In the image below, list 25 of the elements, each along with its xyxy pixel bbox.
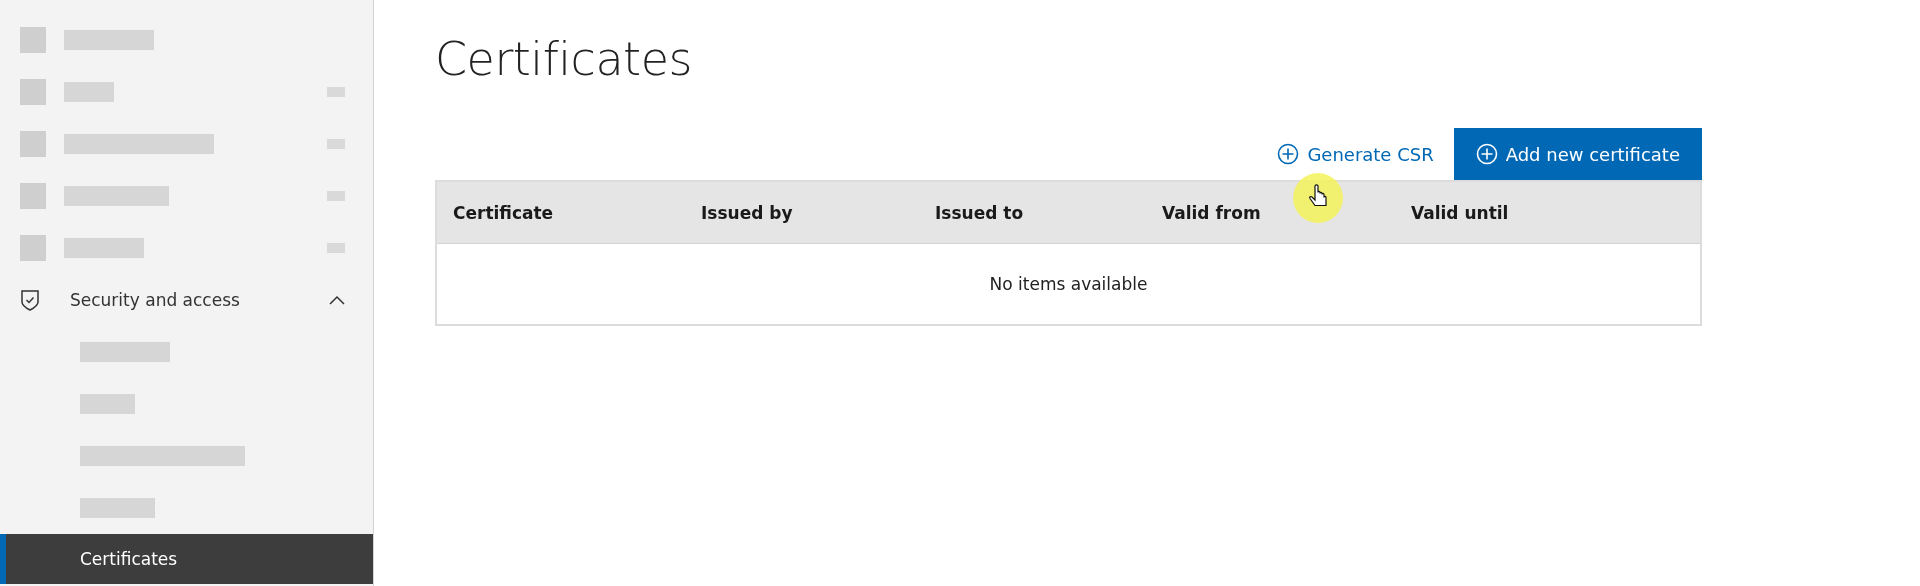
chevron-icon[interactable]	[329, 295, 345, 305]
generate-csr-button[interactable]: Generate CSR	[1257, 128, 1454, 180]
shield-icon	[20, 289, 40, 311]
blurred-icon	[20, 131, 46, 157]
plus-circle-icon	[1277, 143, 1300, 165]
column-header[interactable]: Issued to	[919, 181, 1146, 244]
blurred-chevron	[327, 243, 345, 253]
sidebar-group-label[interactable]: Security and access	[70, 290, 240, 310]
page-title: Certificates	[435, 32, 693, 86]
blurred-icon	[20, 27, 46, 53]
add-certificate-button[interactable]: Add new certificate	[1453, 128, 1702, 180]
column-header[interactable]: Valid until	[1395, 181, 1701, 244]
blurred-icon	[20, 183, 46, 209]
blurred-label	[64, 82, 114, 102]
blurred-chevron	[327, 87, 345, 97]
blurred-chevron	[327, 191, 345, 201]
empty-message: No items available	[989, 274, 1148, 294]
sidebar-item[interactable]: Certificates	[0, 534, 373, 584]
blurred-icon	[20, 79, 46, 105]
column-header[interactable]: Issued by	[685, 181, 919, 244]
blurred-icon	[20, 235, 46, 261]
blurred-chevron	[327, 139, 345, 149]
blurred-label	[80, 394, 135, 414]
column-header[interactable]: Certificate	[436, 181, 685, 244]
plus-circle-icon	[1475, 143, 1498, 165]
